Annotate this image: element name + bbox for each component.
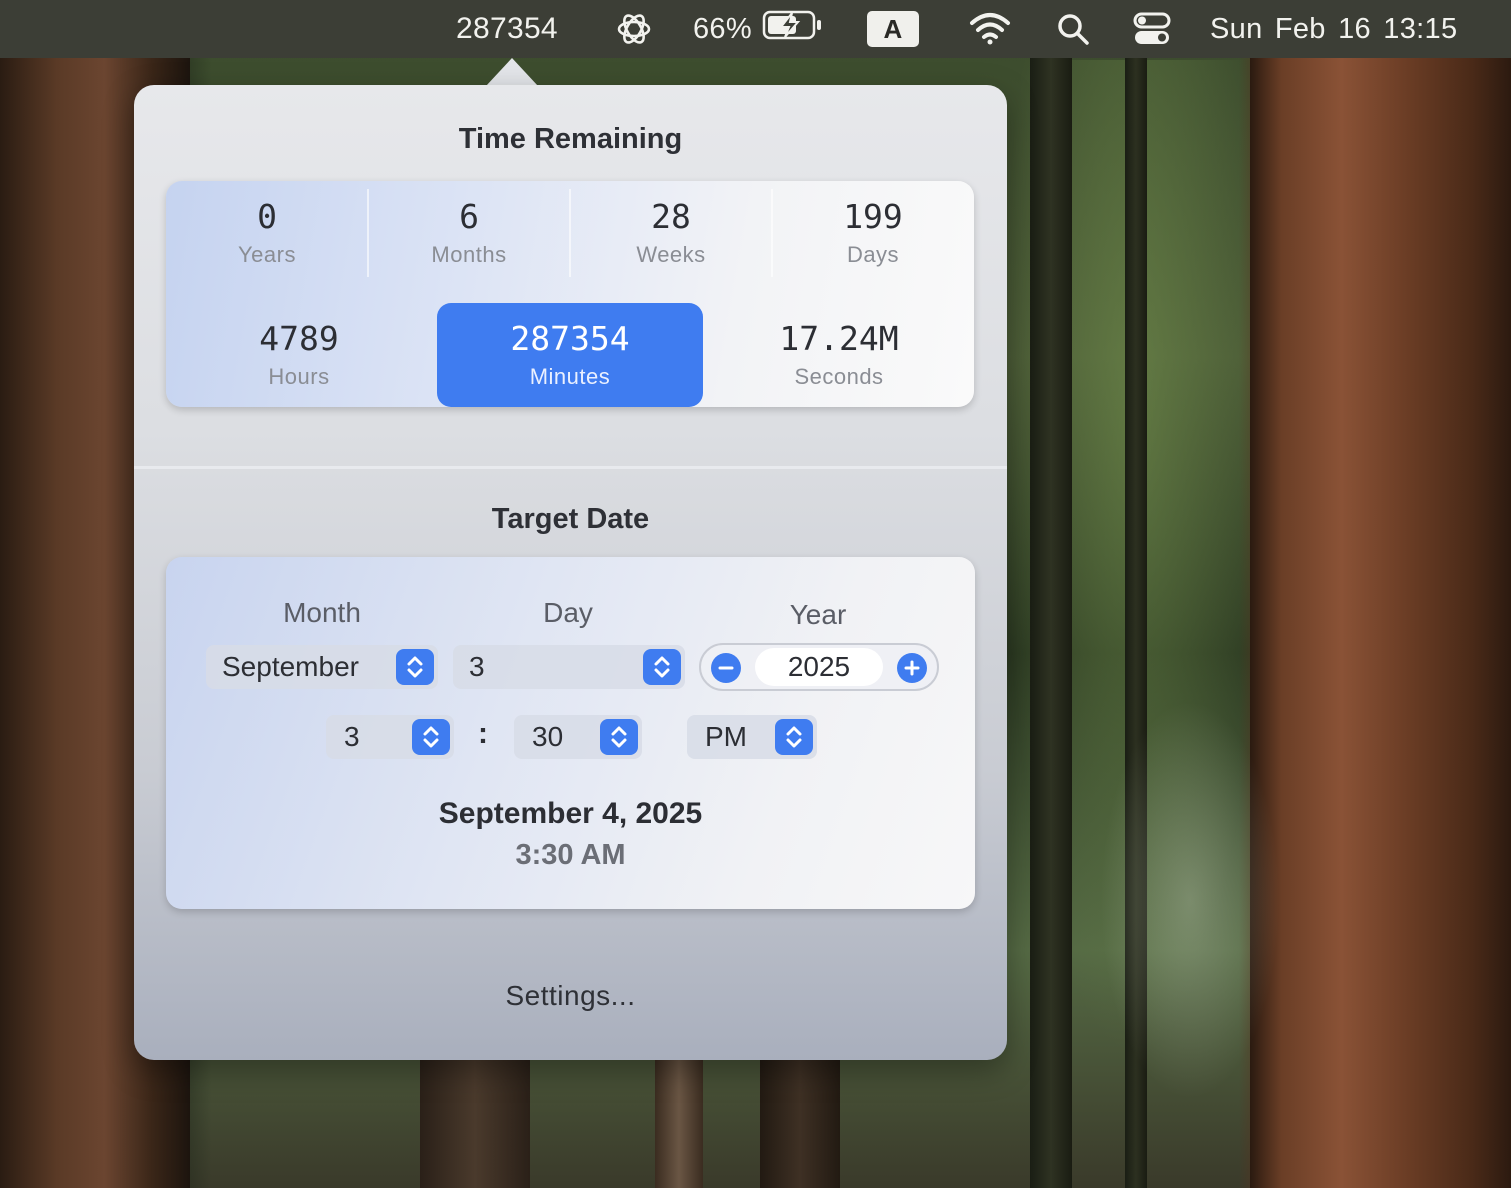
tree-trunk	[420, 1060, 530, 1188]
target-date-card: Month Day Year September 3 2025 3: 30 P…	[166, 557, 975, 909]
year-decrement-button[interactable]	[711, 653, 741, 683]
unit-days[interactable]: 199 Days	[772, 197, 974, 283]
menu-bar: 287354 66% A Sun Feb 16 13:15	[0, 0, 1511, 58]
unit-years[interactable]: 0 Years	[166, 197, 368, 283]
chevron-up-down-icon	[643, 649, 681, 685]
chevron-up-down-icon	[600, 719, 638, 755]
year-label: Year	[789, 599, 847, 630]
minute-select[interactable]: 30	[514, 715, 642, 759]
hour-select[interactable]: 3	[326, 715, 454, 759]
day-select[interactable]: 3	[453, 645, 685, 689]
minute-value: 30	[532, 721, 564, 752]
time-separator: :	[478, 717, 488, 750]
ampm-select[interactable]: PM	[687, 715, 817, 759]
time-remaining-card: 0 Years 6 Months 28 Weeks 199 Days 4789 …	[166, 181, 974, 407]
chevron-up-down-icon	[412, 719, 450, 755]
days-value: 199	[843, 197, 903, 236]
year-field[interactable]: 2025	[755, 648, 883, 686]
countdown-popover: Time Remaining 0 Years 6 Months 28 Weeks…	[134, 85, 1007, 1060]
minutes-value: 287354	[510, 319, 630, 358]
seconds-value: 17.24M	[779, 319, 899, 358]
target-date-title: Target Date	[491, 503, 650, 535]
weeks-value: 28	[651, 197, 691, 236]
target-date-summary: September 4, 2025	[438, 797, 703, 830]
section-divider	[134, 466, 1007, 469]
hour-value: 3	[344, 721, 360, 752]
tree-trunk	[1250, 0, 1511, 1188]
month-label: Month	[283, 597, 361, 628]
years-label: Years	[238, 242, 296, 267]
day-value: 3	[469, 651, 485, 682]
year-increment-button[interactable]	[897, 653, 927, 683]
menubar-clock[interactable]: Sun Feb 16 13:15	[1210, 0, 1457, 58]
unit-seconds[interactable]: 17.24M Seconds	[704, 319, 974, 405]
popover-arrow	[486, 58, 538, 86]
control-center-icon[interactable]	[1133, 0, 1171, 58]
months-value: 6	[459, 197, 479, 236]
years-value: 0	[257, 197, 277, 236]
chevron-up-down-icon	[775, 719, 813, 755]
unit-weeks[interactable]: 28 Weeks	[570, 197, 772, 283]
seconds-label: Seconds	[794, 364, 884, 389]
weeks-label: Weeks	[636, 242, 706, 267]
battery-percent: 66%	[693, 12, 752, 45]
settings-button[interactable]: Settings...	[134, 980, 1007, 1012]
ampm-value: PM	[705, 721, 747, 752]
tree-trunk	[760, 1060, 840, 1188]
battery-charging-icon	[762, 9, 824, 49]
search-icon[interactable]	[1055, 0, 1091, 58]
unit-hours[interactable]: 4789 Hours	[166, 319, 432, 405]
openai-icon[interactable]	[614, 0, 654, 58]
tree-trunk	[655, 1060, 703, 1188]
menubar-countdown[interactable]: 287354	[456, 0, 558, 58]
months-label: Months	[431, 242, 507, 267]
minutes-label: Minutes	[529, 364, 611, 389]
wifi-icon[interactable]	[968, 0, 1012, 58]
unit-months[interactable]: 6 Months	[368, 197, 570, 283]
month-select[interactable]: September	[206, 645, 438, 689]
time-remaining-title: Time Remaining	[458, 123, 683, 155]
target-time-summary: 3:30 AM	[515, 839, 626, 871]
input-source-menu[interactable]: A	[867, 0, 919, 58]
year-stepper: 2025	[699, 643, 939, 691]
battery-status[interactable]: 66%	[693, 0, 824, 58]
tree-trunk	[1030, 0, 1072, 1188]
hours-value: 4789	[259, 319, 339, 358]
day-label: Day	[543, 597, 593, 628]
month-value: September	[222, 651, 359, 682]
unit-minutes-selected[interactable]: 287354 Minutes	[437, 303, 703, 407]
days-label: Days	[846, 242, 900, 267]
input-source-badge: A	[867, 11, 919, 47]
hours-label: Hours	[268, 364, 330, 389]
mist	[1100, 700, 1280, 1100]
chevron-up-down-icon	[396, 649, 434, 685]
